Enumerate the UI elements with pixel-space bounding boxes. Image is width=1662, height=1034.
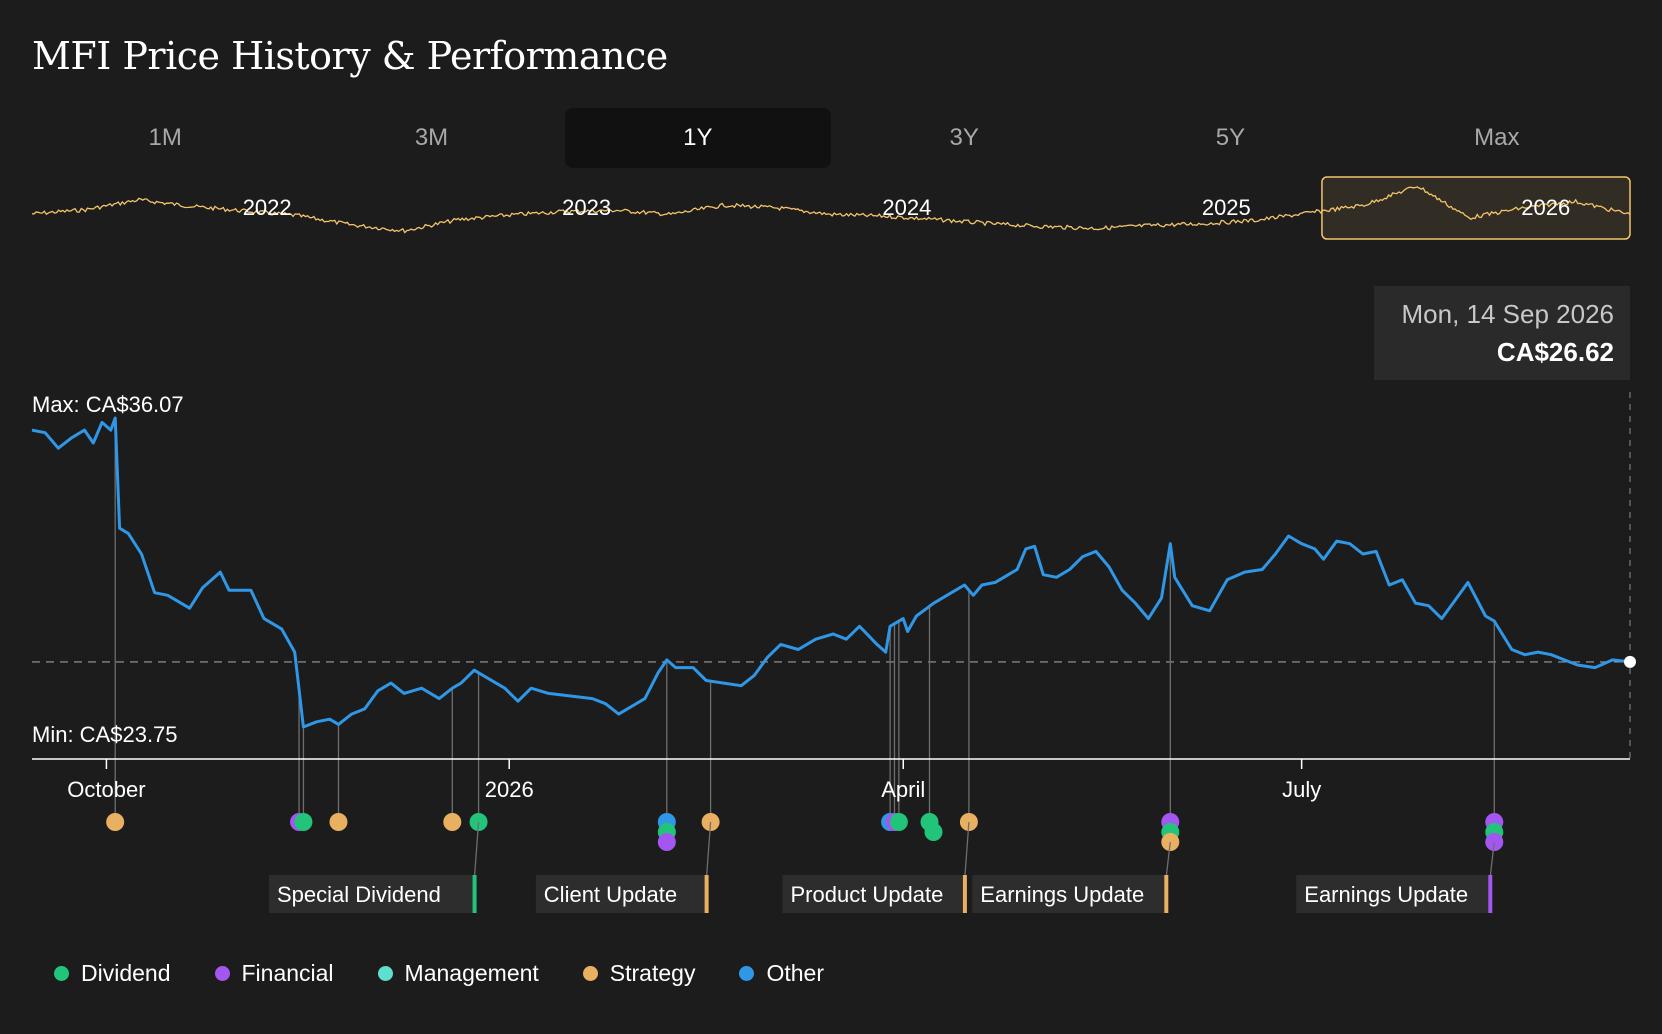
dividend-event-dot — [294, 813, 313, 831]
legend-label: Strategy — [609, 960, 696, 986]
strategy-event-dot — [329, 813, 348, 831]
overview-year-label: 2026 — [1521, 195, 1570, 220]
other-dot-icon — [739, 966, 755, 981]
y-min-label: Min: CA$23.75 — [32, 722, 178, 747]
y-max-label: Max: CA$36.07 — [32, 392, 184, 417]
x-tick-label: April — [881, 777, 925, 802]
overview-year-label: 2024 — [882, 195, 931, 220]
event-label-text: Product Update — [791, 882, 944, 907]
tooltip-date: Mon, 14 Sep 2026 — [1401, 299, 1615, 329]
overview-year-label: 2022 — [243, 195, 292, 220]
event-label-text: Earnings Update — [980, 882, 1144, 907]
event-label-text: Client Update — [544, 882, 677, 907]
legend-label: Other — [766, 960, 824, 986]
event-label: Earnings Update — [1296, 841, 1495, 913]
strategy-event-dot — [106, 813, 125, 831]
event-label: Earnings Update — [972, 841, 1171, 913]
event-label: Special Dividend — [268, 821, 480, 913]
overview-year-label: 2023 — [562, 195, 611, 220]
financial-event-dot — [657, 833, 676, 851]
legend-label: Financial — [241, 960, 334, 986]
dividend-dot-icon — [54, 966, 69, 981]
tooltip-price: CA$26.62 — [1496, 337, 1614, 367]
event-label-accent — [704, 875, 709, 913]
financial-dot-icon — [214, 966, 230, 981]
strategy-dot-icon — [582, 966, 598, 981]
legend-item-financial[interactable]: Financial — [214, 960, 334, 987]
event-label: Client Update — [535, 821, 712, 913]
legend-item-dividend[interactable]: Dividend — [54, 960, 171, 987]
event-label-accent — [472, 875, 477, 913]
legend-item-strategy[interactable]: Strategy — [582, 960, 696, 987]
event-label-text: Earnings Update — [1304, 882, 1468, 907]
x-tick-label: October — [67, 777, 145, 802]
overview-year-label: 2025 — [1202, 195, 1251, 220]
legend-item-other[interactable]: Other — [739, 960, 824, 987]
x-tick-label: 2026 — [485, 777, 534, 802]
legend-label: Dividend — [81, 960, 171, 986]
price-line — [31, 416, 1631, 729]
legend-label: Management — [404, 960, 539, 986]
x-tick-label: July — [1282, 777, 1321, 802]
event-label-text: Special Dividend — [277, 882, 441, 907]
event-label-accent — [1164, 875, 1169, 913]
event-label-accent — [1488, 875, 1493, 913]
management-dot-icon — [377, 966, 393, 981]
range-selection-window — [1321, 176, 1631, 240]
price-chart[interactable]: 2022 2023 2024 2025 2026 October 2026 April July… — [0, 0, 1662, 1034]
legend-item-management[interactable]: Management — [377, 960, 539, 987]
strategy-event-dot — [443, 813, 462, 831]
dividend-event-dot — [924, 823, 943, 841]
dividend-event-dot — [889, 813, 908, 831]
chart-legend: Dividend Financial Management Strategy O… — [54, 960, 824, 987]
event-label-accent — [962, 875, 967, 913]
current-price-marker — [1624, 655, 1636, 668]
hover-tooltip: Mon, 14 Sep 2026 CA$26.62 — [1374, 286, 1630, 380]
